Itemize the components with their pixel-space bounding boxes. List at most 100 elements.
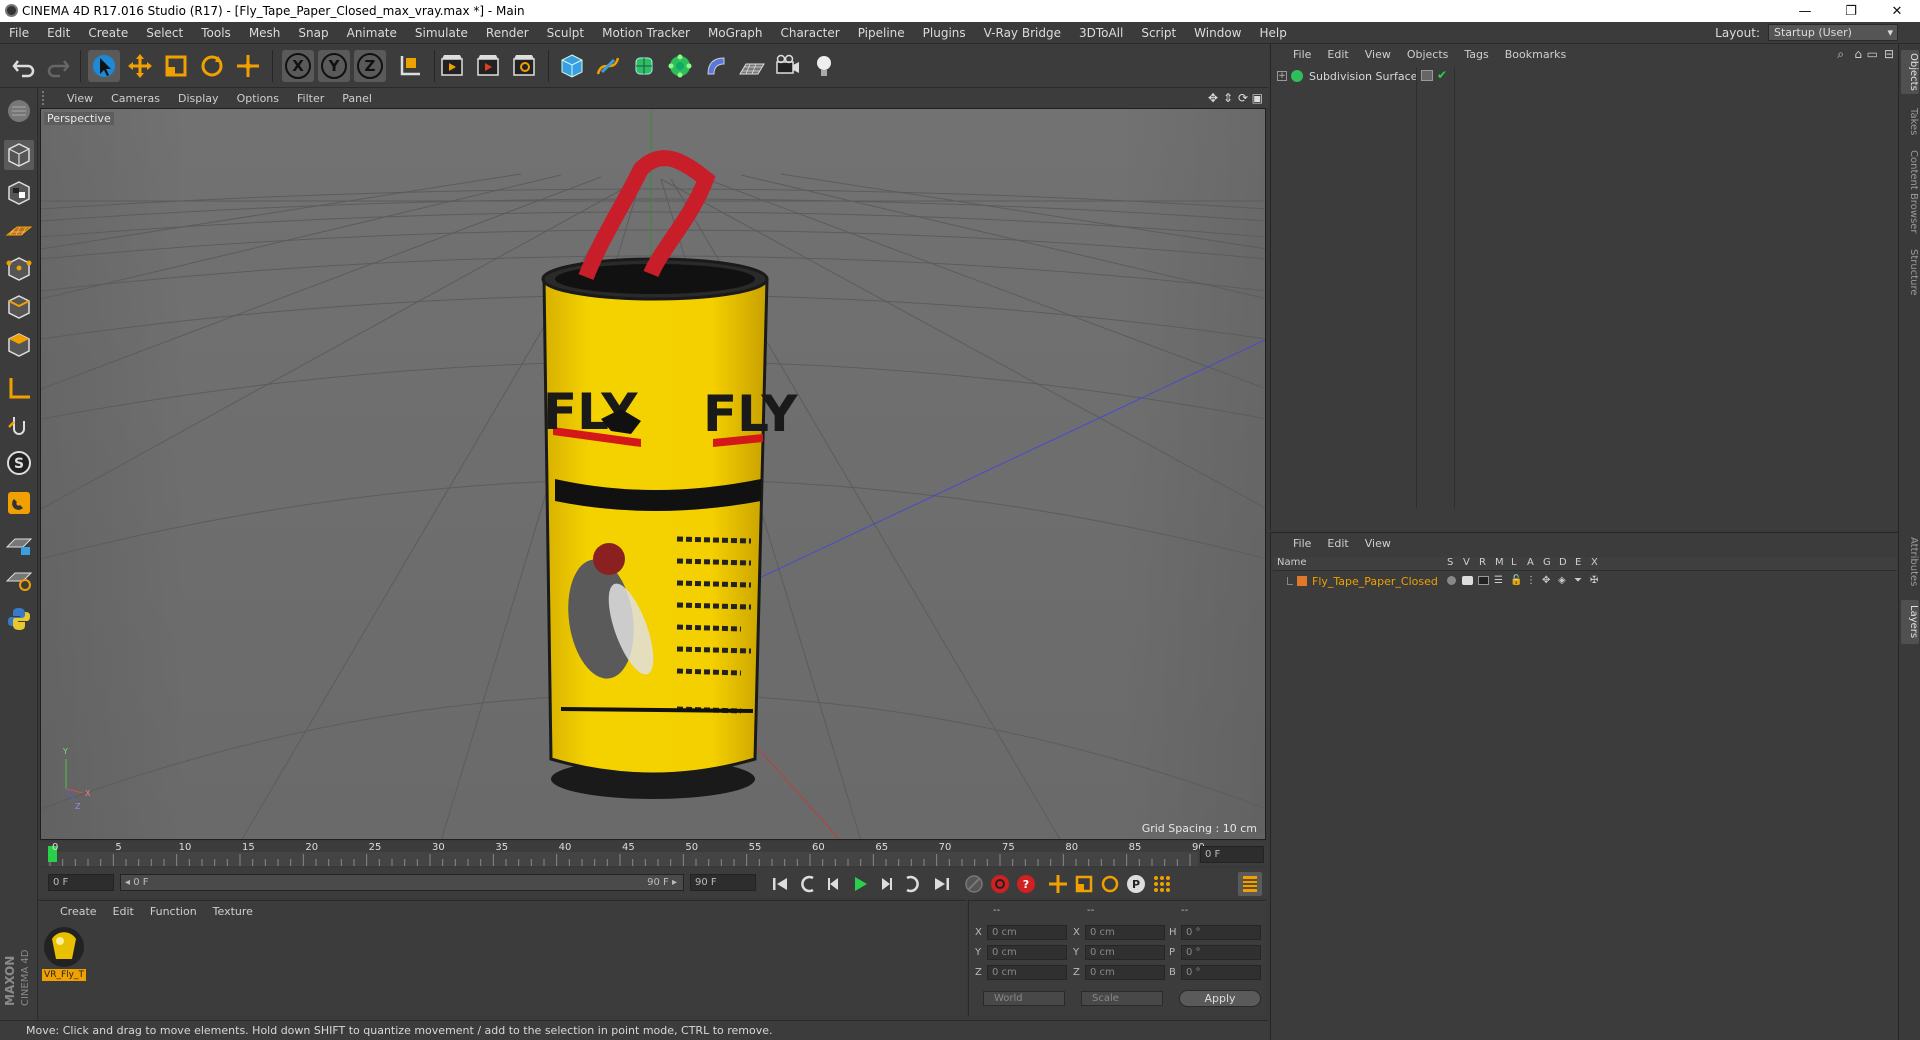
previous-key-icon[interactable] bbox=[796, 872, 820, 896]
close-button[interactable]: ✕ bbox=[1874, 0, 1920, 22]
menu-3dtoall[interactable]: 3DToAll bbox=[1070, 26, 1132, 40]
object-menu-tags[interactable]: Tags bbox=[1456, 48, 1496, 61]
y-axis-lock-icon[interactable]: Y bbox=[318, 50, 350, 82]
coordinate-system-icon[interactable] bbox=[394, 50, 426, 82]
record-active-objects-icon[interactable] bbox=[988, 872, 1012, 896]
panel-menu-icon[interactable]: ⊟ bbox=[1884, 47, 1894, 61]
layer-menu-view[interactable]: View bbox=[1357, 537, 1399, 550]
layer-solo-icon[interactable] bbox=[1447, 576, 1456, 585]
redo-icon[interactable] bbox=[42, 50, 74, 82]
z-axis-lock-icon[interactable]: Z bbox=[354, 50, 386, 82]
spline-pen-icon[interactable] bbox=[592, 50, 624, 82]
menu-vray-bridge[interactable]: V-Ray Bridge bbox=[975, 26, 1070, 40]
snap-icon[interactable]: S bbox=[4, 448, 34, 478]
end-frame-field[interactable]: 90 F bbox=[690, 874, 756, 891]
deformer-bend-icon[interactable] bbox=[700, 50, 732, 82]
material-menu-edit[interactable]: Edit bbox=[105, 905, 142, 918]
timeline-window-icon[interactable] bbox=[1238, 872, 1262, 896]
cube-primitive-icon[interactable] bbox=[556, 50, 588, 82]
record-disabled-icon[interactable] bbox=[962, 872, 986, 896]
layer-generators-icon[interactable]: ✥ bbox=[1542, 575, 1550, 586]
viewport-menu-filter[interactable]: Filter bbox=[288, 92, 333, 105]
key-position-icon[interactable] bbox=[1046, 872, 1070, 896]
object-menu-objects[interactable]: Objects bbox=[1399, 48, 1457, 61]
layer-name[interactable]: Fly_Tape_Paper_Closed bbox=[1312, 575, 1438, 588]
light-bulb-icon[interactable] bbox=[808, 50, 840, 82]
polygons-mode-icon[interactable] bbox=[4, 330, 34, 360]
menu-select[interactable]: Select bbox=[137, 26, 192, 40]
locked-workplane-icon[interactable] bbox=[4, 530, 34, 560]
menu-edit[interactable]: Edit bbox=[38, 26, 79, 40]
layer-color-swatch[interactable] bbox=[1297, 576, 1307, 586]
menu-help[interactable]: Help bbox=[1250, 26, 1295, 40]
timeline-ruler[interactable]: 0 5 10 15 20 25 30 35 40 45 50 55 60 65 … bbox=[38, 842, 1268, 866]
planar-workplane-icon[interactable] bbox=[4, 564, 34, 594]
transform-tool-icon[interactable] bbox=[232, 50, 264, 82]
tab-structure[interactable]: Structure bbox=[1901, 244, 1919, 300]
tab-content-browser[interactable]: Content Browser bbox=[1901, 148, 1919, 236]
viewport-menu-options[interactable]: Options bbox=[228, 92, 288, 105]
undo-icon[interactable] bbox=[8, 50, 40, 82]
visibility-toggle-icon[interactable] bbox=[1421, 70, 1433, 81]
search-icon[interactable]: ⌕ bbox=[1837, 47, 1844, 62]
layer-visible-icon[interactable] bbox=[1462, 576, 1473, 585]
move-tool-icon[interactable] bbox=[124, 50, 156, 82]
rotation-b-field[interactable]: 0 ° bbox=[1181, 965, 1261, 980]
frame-range-slider[interactable]: ◂ 0 F 90 F ▸ bbox=[120, 874, 684, 891]
key-point-level-icon[interactable] bbox=[1150, 872, 1174, 896]
position-z-field[interactable]: 0 cm bbox=[987, 965, 1067, 980]
scale-tool-icon[interactable] bbox=[160, 50, 192, 82]
menu-animate[interactable]: Animate bbox=[338, 26, 406, 40]
position-y-field[interactable]: 0 cm bbox=[987, 945, 1067, 960]
minimize-button[interactable]: — bbox=[1782, 0, 1828, 22]
viewport-menu-display[interactable]: Display bbox=[169, 92, 228, 105]
layer-deformers-icon[interactable]: ◈ bbox=[1558, 575, 1566, 586]
viewport-dolly-icon[interactable]: ⇕ bbox=[1223, 91, 1233, 105]
material-swatch[interactable]: VR_Fly_T bbox=[42, 925, 86, 983]
go-to-end-icon[interactable] bbox=[930, 872, 954, 896]
home-icon[interactable]: ⌂ bbox=[1854, 47, 1862, 61]
viewport-camera-label[interactable]: Perspective bbox=[44, 112, 114, 125]
tweak-mode-icon[interactable] bbox=[4, 410, 34, 440]
layout-dropdown[interactable]: Startup (User) bbox=[1768, 24, 1898, 41]
key-parameter-icon[interactable]: P bbox=[1124, 872, 1148, 896]
menu-script[interactable]: Script bbox=[1132, 26, 1185, 40]
menu-simulate[interactable]: Simulate bbox=[406, 26, 477, 40]
menu-mograph[interactable]: MoGraph bbox=[699, 26, 772, 40]
texture-mode-icon[interactable] bbox=[4, 178, 34, 208]
size-y-field[interactable]: 0 cm bbox=[1085, 945, 1165, 960]
live-selection-icon[interactable] bbox=[88, 50, 120, 82]
floor-scene-icon[interactable] bbox=[736, 50, 768, 82]
material-menu-create[interactable]: Create bbox=[52, 905, 105, 918]
python-script-icon[interactable] bbox=[4, 604, 34, 634]
coordinate-space-dropdown[interactable]: World bbox=[983, 991, 1065, 1006]
object-menu-view[interactable]: View bbox=[1357, 48, 1399, 61]
layer-xref-icon[interactable]: ✠ bbox=[1590, 575, 1598, 586]
viewport-menu-panel[interactable]: Panel bbox=[333, 92, 381, 105]
render-settings-icon[interactable] bbox=[508, 50, 540, 82]
array-cloner-icon[interactable] bbox=[664, 50, 696, 82]
render-to-picture-viewer-icon[interactable] bbox=[472, 50, 504, 82]
key-rotation-icon[interactable] bbox=[1098, 872, 1122, 896]
render-view-icon[interactable] bbox=[436, 50, 468, 82]
perspective-viewport[interactable]: FLY FLY Y X Z Perspective Grid Spacing:… bbox=[40, 108, 1266, 840]
menu-create[interactable]: Create bbox=[79, 26, 137, 40]
menu-mesh[interactable]: Mesh bbox=[240, 26, 290, 40]
viewport-menu-view[interactable]: View bbox=[58, 92, 102, 105]
size-z-field[interactable]: 0 cm bbox=[1085, 965, 1165, 980]
viewport-maximize-icon[interactable]: ▣ bbox=[1252, 91, 1263, 105]
key-scale-icon[interactable] bbox=[1072, 872, 1096, 896]
object-menu-file[interactable]: File bbox=[1285, 48, 1319, 61]
layer-animation-icon[interactable]: ⋮ bbox=[1526, 575, 1536, 586]
position-x-field[interactable]: 0 cm bbox=[987, 925, 1067, 940]
object-row-subdivision-surface[interactable]: + Subdivision Surface ✔ bbox=[1273, 68, 1897, 84]
layer-expressions-icon[interactable]: ⏷ bbox=[1574, 575, 1582, 586]
menu-plugins[interactable]: Plugins bbox=[914, 26, 975, 40]
go-to-start-icon[interactable] bbox=[768, 872, 792, 896]
layer-lock-icon[interactable]: 🔓 bbox=[1510, 575, 1522, 586]
menu-character[interactable]: Character bbox=[771, 26, 848, 40]
material-menu-function[interactable]: Function bbox=[142, 905, 205, 918]
viewport-menu-cameras[interactable]: Cameras bbox=[102, 92, 169, 105]
make-editable-icon[interactable] bbox=[4, 96, 34, 126]
material-menu-texture[interactable]: Texture bbox=[205, 905, 261, 918]
